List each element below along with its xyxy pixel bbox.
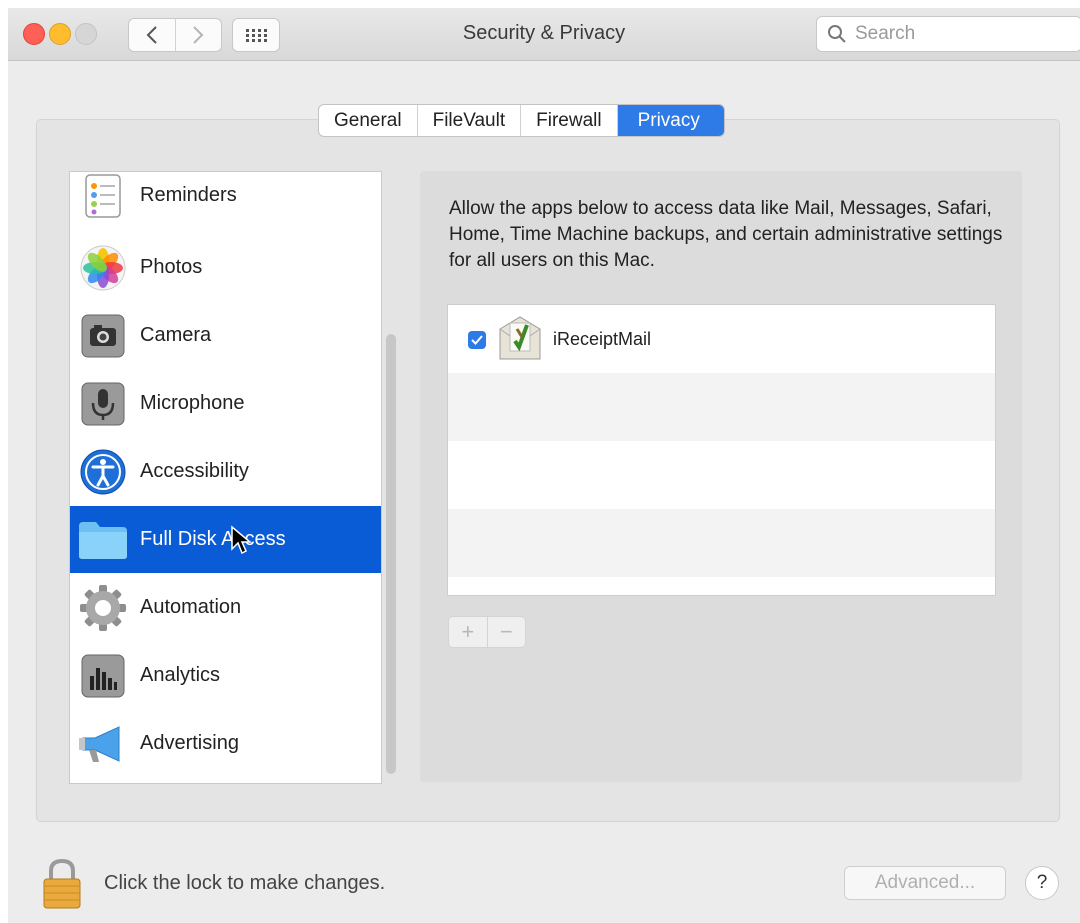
folder-icon: [78, 515, 128, 565]
tab-filevault[interactable]: FileVault: [418, 105, 522, 136]
sidebar-item-label: Photos: [140, 256, 203, 278]
lock-icon[interactable]: [42, 858, 82, 915]
sidebar-item-label: Full Disk Access: [140, 528, 286, 550]
tab-firewall[interactable]: Firewall: [521, 105, 618, 136]
sidebar-item-analytics[interactable]: Analytics: [70, 642, 381, 709]
sidebar-item-advertising[interactable]: Advertising: [70, 710, 381, 777]
sidebar-item-full-disk-access[interactable]: Full Disk Access: [70, 506, 381, 573]
privacy-category-list[interactable]: Reminders Photos Camera Microphone Acces…: [69, 171, 382, 784]
remove-app-button[interactable]: −: [488, 617, 526, 647]
tab-general[interactable]: General: [319, 105, 418, 136]
title-bar: Security & Privacy Search: [8, 8, 1080, 61]
gear-icon: [78, 583, 128, 633]
sidebar-item-reminders[interactable]: Reminders: [70, 172, 381, 229]
sidebar-item-label: Camera: [140, 324, 212, 346]
app-name: iReceiptMail: [553, 329, 652, 349]
full-disk-access-description: Allow the apps below to access data like…: [449, 198, 1003, 271]
ireceiptmail-icon: [498, 315, 542, 361]
camera-icon: [78, 311, 128, 361]
sidebar-item-microphone[interactable]: Microphone: [70, 370, 381, 437]
empty-row: [448, 441, 995, 509]
advanced-button[interactable]: Advanced...: [844, 866, 1006, 900]
photos-icon: [78, 243, 128, 293]
add-remove-buttons: + −: [448, 616, 526, 648]
microphone-icon: [78, 379, 128, 429]
sidebar-item-label: Microphone: [140, 392, 245, 414]
reminders-icon: [78, 172, 128, 221]
search-field[interactable]: Search: [816, 16, 1080, 52]
category-list-scrollbar[interactable]: [386, 334, 396, 774]
tab-privacy[interactable]: Privacy: [617, 105, 724, 136]
sidebar-item-photos[interactable]: Photos: [70, 234, 381, 301]
analytics-icon: [78, 651, 128, 701]
accessibility-icon: [78, 447, 128, 497]
sidebar-item-label: Automation: [140, 596, 242, 618]
megaphone-icon: [78, 719, 128, 769]
sidebar-item-camera[interactable]: Camera: [70, 302, 381, 369]
search-icon: [828, 25, 846, 43]
sidebar-item-label: Analytics: [140, 664, 221, 686]
empty-row: [448, 509, 995, 577]
sidebar-item-label: Advertising: [140, 732, 239, 754]
search-placeholder: Search: [855, 23, 916, 44]
sidebar-item-accessibility[interactable]: Accessibility: [70, 438, 381, 505]
ireceiptmail-checkbox[interactable]: [468, 331, 486, 349]
checkmark-icon: [471, 335, 483, 345]
sidebar-item-label: Accessibility: [140, 460, 249, 482]
help-button[interactable]: ?: [1025, 866, 1059, 900]
preferences-window: Security & Privacy Search General FileVa…: [8, 8, 1080, 923]
app-row-ireceiptmail[interactable]: iReceiptMail: [448, 305, 995, 373]
empty-row: [448, 373, 995, 441]
sidebar-item-automation[interactable]: Automation: [70, 574, 381, 641]
app-list[interactable]: iReceiptMail: [447, 304, 996, 596]
tab-bar: General FileVault Firewall Privacy: [318, 104, 725, 137]
lock-status-text: Click the lock to make changes.: [104, 872, 386, 894]
sidebar-item-label: Reminders: [140, 184, 237, 206]
add-app-button[interactable]: +: [449, 617, 488, 647]
mouse-pointer-icon: [230, 525, 254, 560]
